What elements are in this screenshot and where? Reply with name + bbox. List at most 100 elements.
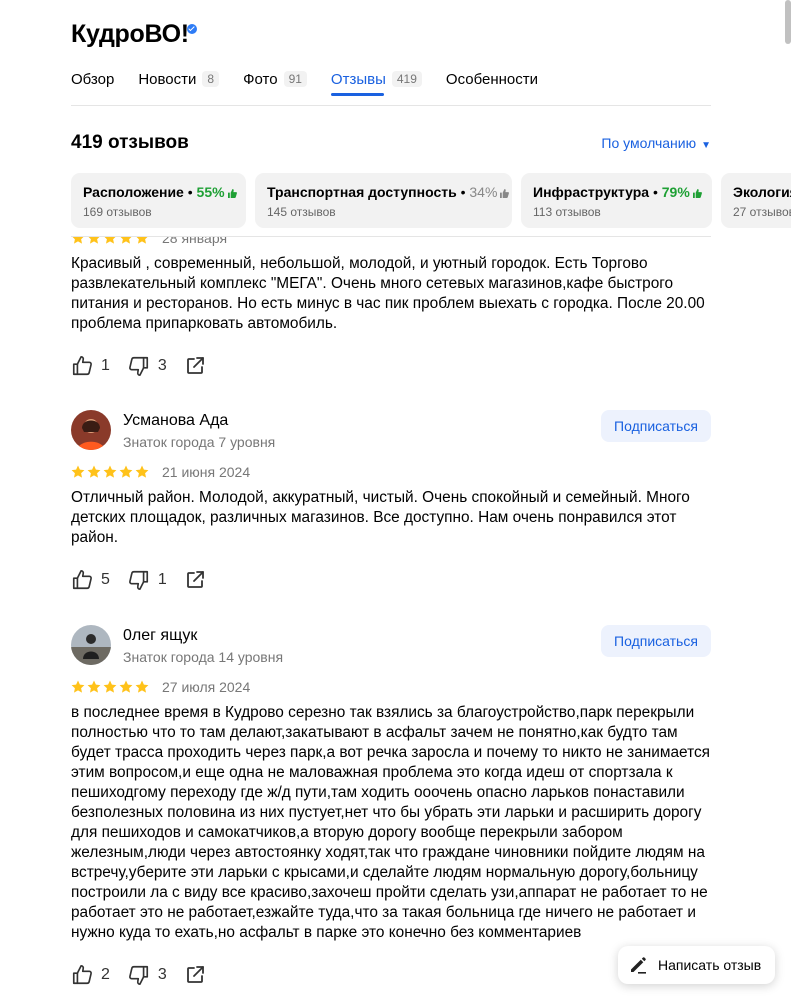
review-author: Усманова Ада Знаток города 7 уровня Подп…	[71, 410, 711, 460]
write-review-label: Написать отзыв	[658, 957, 762, 973]
review-actions: 5 1	[71, 568, 711, 592]
sort-label: По умолчанию	[601, 135, 697, 151]
like-button[interactable]: 1	[71, 355, 110, 377]
share-icon	[186, 571, 204, 588]
aspect-name: Инфраструктура	[533, 184, 650, 200]
star-icon	[72, 237, 84, 244]
review-date: 27 июля 2024	[162, 679, 251, 695]
star-icon	[104, 237, 116, 244]
aspect-name: Расположение	[83, 184, 184, 200]
avatar[interactable]	[71, 410, 111, 450]
review-actions: 1 3	[71, 354, 711, 378]
review-meta: 21 июня 2024	[71, 460, 711, 484]
reviews-count-title: 419 отзывов	[71, 132, 189, 153]
tab-label: Особенности	[445, 70, 539, 88]
tab-news[interactable]: Новости 8	[138, 68, 220, 90]
aspect-reviews-count: 27 отзывов	[733, 205, 791, 219]
review-date: 28 января	[162, 237, 228, 246]
thumb-down-icon	[128, 356, 148, 376]
share-button[interactable]	[185, 570, 213, 590]
tab-features[interactable]: Особенности	[446, 68, 538, 90]
author-name[interactable]: 0лег ящук	[123, 627, 197, 645]
tab-reviews[interactable]: Отзывы 419	[330, 68, 422, 96]
avatar[interactable]	[71, 625, 111, 665]
dislike-count: 3	[157, 357, 167, 374]
review-actions: 2 3	[71, 963, 711, 987]
like-button[interactable]: 5	[71, 569, 110, 591]
page-title: КудроВО!	[71, 20, 189, 48]
dislike-button[interactable]: 3	[128, 355, 167, 377]
rating-stars	[71, 680, 149, 694]
tab-label: Фото	[243, 70, 278, 88]
aspect-filter-location[interactable]: Расположение • 55% 169 отзывов	[71, 173, 246, 228]
aspect-reviews-count: 169 отзывов	[83, 205, 152, 219]
aspect-name: Транспортная доступность	[267, 184, 457, 200]
share-button[interactable]	[185, 965, 213, 985]
review-meta: 28 января	[71, 237, 711, 250]
star-icon	[136, 237, 148, 244]
like-count: 5	[101, 571, 110, 588]
star-icon	[87, 465, 101, 478]
review-meta: 27 июля 2024	[71, 675, 711, 699]
write-review-button[interactable]: Написать отзыв	[618, 946, 775, 984]
star-icon	[87, 680, 101, 693]
aspect-percent: 55%	[196, 184, 225, 200]
share-button[interactable]	[185, 356, 213, 376]
pencil-icon	[631, 957, 646, 974]
thumb-up-icon	[72, 570, 92, 590]
thumb-up-icon	[227, 189, 237, 198]
aspect-filter-infrastructure[interactable]: Инфраструктура • 79% 113 отзывов	[521, 173, 712, 228]
like-button[interactable]: 2	[71, 964, 110, 986]
scrollbar[interactable]	[785, 0, 791, 44]
like-count: 1	[101, 357, 110, 374]
tabs-bar: Обзор Новости 8 Фото 91 Отзывы 419 Особе…	[71, 68, 562, 96]
thumb-up-icon	[72, 356, 92, 376]
star-icon	[119, 465, 133, 478]
author-level: Знаток города 7 уровня	[123, 434, 276, 450]
aspect-filters: Расположение • 55% 169 отзывов Транспорт…	[71, 173, 791, 228]
aspect-filter-transport[interactable]: Транспортная доступность • 34% 145 отзыв…	[255, 173, 512, 228]
star-icon	[71, 680, 85, 693]
like-count: 2	[101, 966, 110, 983]
review-date: 21 июня 2024	[162, 464, 251, 480]
subscribe-button[interactable]: Подписаться	[601, 625, 711, 657]
star-icon	[103, 680, 117, 693]
sort-dropdown[interactable]: По умолчанию ▼	[601, 135, 711, 151]
aspect-reviews-count: 145 отзывов	[267, 205, 336, 219]
author-level: Знаток города 14 уровня	[123, 649, 284, 665]
star-icon	[88, 237, 100, 244]
active-tab-underline	[330, 93, 384, 96]
star-icon	[120, 237, 132, 244]
share-icon	[186, 966, 204, 983]
dislike-count: 3	[157, 966, 167, 983]
tab-photo[interactable]: Фото 91	[243, 68, 307, 90]
aspect-percent: 34%	[469, 184, 498, 200]
thumb-down-icon	[128, 570, 148, 590]
aspect-name: Экология	[733, 184, 791, 200]
aspect-reviews-count: 113 отзывов	[533, 205, 601, 219]
divider	[71, 105, 711, 106]
tab-count-badge: 419	[391, 71, 422, 87]
aspect-filter-ecology[interactable]: Экология 27 отзывов	[721, 173, 791, 228]
thumb-up-icon	[692, 189, 702, 198]
verified-badge-icon	[187, 24, 197, 34]
star-icon	[71, 465, 85, 478]
tab-label: Новости	[138, 70, 197, 88]
dislike-count: 1	[157, 571, 167, 588]
tab-overview[interactable]: Обзор	[71, 68, 114, 90]
star-icon	[119, 680, 133, 693]
review-author: 0лег ящук Знаток города 14 уровня Подпис…	[71, 625, 711, 675]
subscribe-button[interactable]: Подписаться	[601, 410, 711, 442]
aspect-percent: 79%	[661, 184, 690, 200]
dislike-button[interactable]: 3	[128, 964, 167, 986]
review-text: в последнее время в Кудрово серезно так …	[71, 704, 710, 941]
tab-count-badge: 91	[283, 71, 307, 87]
review-card: 28 января Красивый , современный, неболь…	[71, 237, 711, 378]
star-icon	[103, 465, 117, 478]
dislike-button[interactable]: 1	[128, 569, 167, 591]
star-icon	[135, 465, 149, 478]
share-icon	[186, 357, 204, 374]
author-name[interactable]: Усманова Ада	[123, 412, 228, 430]
triangle-down-icon: ▼	[701, 140, 711, 151]
star-icon	[135, 680, 149, 693]
